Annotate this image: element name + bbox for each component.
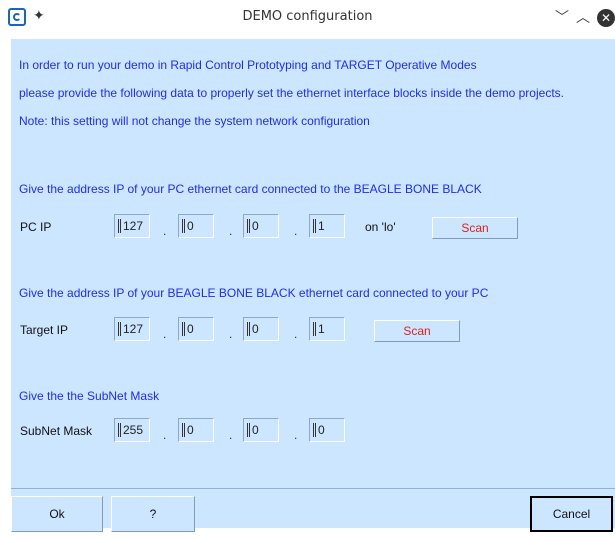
maximize-icon[interactable]: ︿ <box>576 7 590 27</box>
target-ip-octet-4[interactable]: 1 <box>309 317 345 341</box>
target-ip-octet-2[interactable]: 0 <box>178 317 214 341</box>
target-ip-octet-1[interactable]: 127 <box>114 317 150 341</box>
subnet-octet-1[interactable]: 255 <box>114 418 150 442</box>
target-scan-button[interactable]: Scan <box>374 320 460 342</box>
button-bar-separator <box>11 488 615 489</box>
pc-ip-dot-3: . <box>294 224 298 238</box>
pc-ip-label: PC IP <box>20 220 52 234</box>
title-bar: ✦ DEMO configuration ﹀ ︿ ✕ <box>0 0 615 36</box>
help-button[interactable]: ? <box>111 496 195 532</box>
pc-interface-text: on 'lo' <box>365 220 396 234</box>
pc-ip-heading: Give the address IP of your PC ethernet … <box>19 182 482 196</box>
pc-ip-octet-1[interactable]: 127 <box>114 214 150 238</box>
subnet-octet-2[interactable]: 0 <box>178 418 214 442</box>
subnet-dot-2: . <box>229 428 233 442</box>
target-ip-dot-1: . <box>163 327 167 341</box>
minimize-icon[interactable]: ﹀ <box>555 7 569 27</box>
target-ip-label: Target IP <box>20 323 69 337</box>
target-ip-dot-2: . <box>229 327 233 341</box>
target-ip-dot-3: . <box>294 327 298 341</box>
pc-ip-octet-4[interactable]: 1 <box>309 214 345 238</box>
target-ip-octet-3[interactable]: 0 <box>243 317 279 341</box>
close-icon[interactable]: ✕ <box>597 9 615 27</box>
cancel-button[interactable]: Cancel <box>530 496 613 532</box>
subnet-dot-1: . <box>163 428 167 442</box>
subnet-dot-3: . <box>294 428 298 442</box>
config-panel: In order to run your demo in Rapid Contr… <box>11 39 615 532</box>
pc-ip-octet-2[interactable]: 0 <box>178 214 214 238</box>
subnet-octet-3[interactable]: 0 <box>243 418 279 442</box>
pc-scan-button[interactable]: Scan <box>432 217 518 239</box>
intro-note: Note: this setting will not change the s… <box>19 114 370 128</box>
subnet-octet-4[interactable]: 0 <box>309 418 345 442</box>
intro-line-2: please provide the following data to pro… <box>19 86 564 100</box>
pc-ip-dot-1: . <box>163 224 167 238</box>
pc-ip-dot-2: . <box>229 224 233 238</box>
target-ip-heading: Give the address IP of your BEAGLE BONE … <box>19 286 489 300</box>
ok-button[interactable]: Ok <box>11 496 103 532</box>
intro-line-1: In order to run your demo in Rapid Contr… <box>19 58 477 72</box>
window-title: DEMO configuration <box>242 9 373 24</box>
pc-ip-octet-3[interactable]: 0 <box>243 214 279 238</box>
subnet-label: SubNet Mask <box>20 424 93 438</box>
subnet-heading: Give the the SubNet Mask <box>19 389 160 403</box>
